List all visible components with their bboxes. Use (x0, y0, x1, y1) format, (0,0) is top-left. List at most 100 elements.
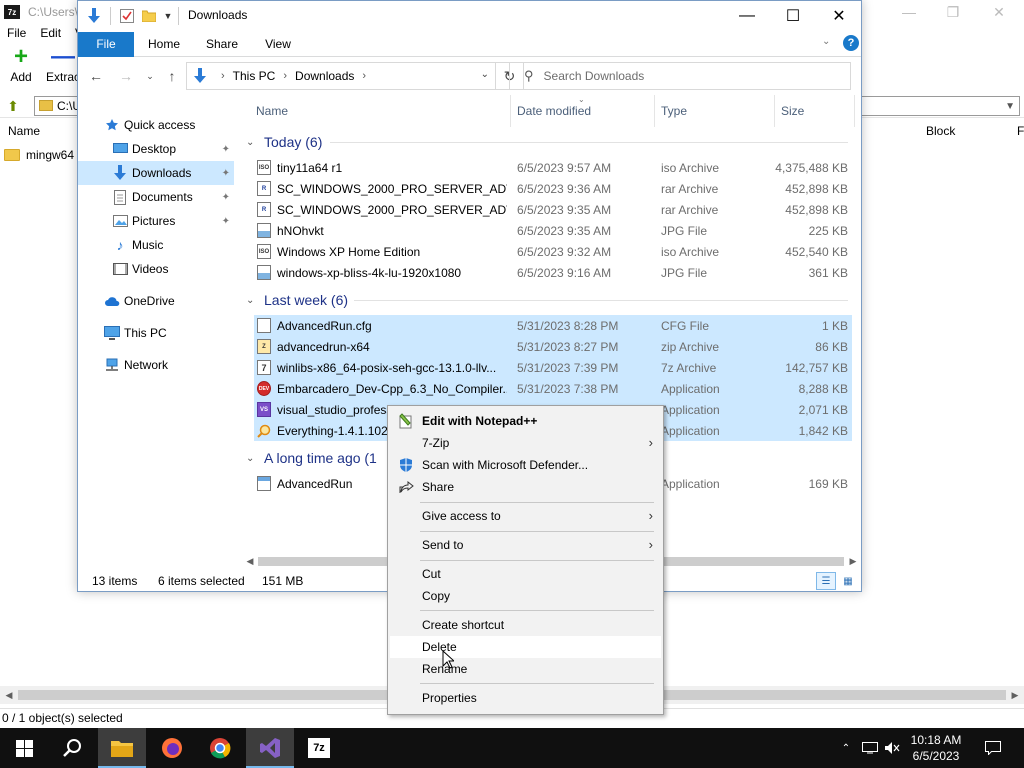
minimize-icon[interactable]: — (886, 0, 932, 24)
column-extra[interactable]: F (1017, 124, 1024, 138)
sidebar-item-quick-access[interactable]: Quick access (78, 113, 234, 137)
chevron-down-icon[interactable]: ⌄ (481, 69, 489, 80)
new-folder-icon[interactable] (140, 7, 158, 25)
firefox-icon[interactable] (148, 728, 196, 768)
table-row[interactable]: AdvancedRun.cfg 5/31/2023 8:28 PM CFG Fi… (254, 315, 852, 336)
download-arrow-icon[interactable] (84, 7, 104, 25)
menu-item-copy[interactable]: Copy (390, 585, 661, 607)
sidebar-item-desktop[interactable]: Desktop ✦ (78, 137, 234, 161)
sidebar-item-this-pc[interactable]: This PC (78, 321, 234, 345)
close-icon[interactable]: ✕ (976, 0, 1022, 24)
table-row[interactable]: DEV Embarcadero_Dev-Cpp_6.3_No_Compiler.… (254, 378, 852, 399)
up-arrow-icon[interactable]: ↑ (162, 66, 182, 86)
start-icon[interactable] (0, 728, 48, 768)
table-row[interactable]: Z advancedrun-x64 5/31/2023 8:27 PM zip … (254, 336, 852, 357)
divider[interactable] (654, 95, 655, 127)
chrome-icon[interactable] (196, 728, 244, 768)
sidebar-item-onedrive[interactable]: OneDrive (78, 289, 234, 313)
column-block[interactable]: Block (926, 124, 955, 138)
chevron-down-icon[interactable]: ⌄ (246, 453, 260, 464)
menu-item-rename[interactable]: Rename (390, 658, 661, 680)
table-row[interactable]: windows-xp-bliss-4k-lu-1920x1080 6/5/202… (254, 262, 852, 283)
scroll-left-icon[interactable]: ◀ (0, 686, 18, 704)
help-icon[interactable]: ? (843, 35, 859, 51)
column-size[interactable]: Size (781, 104, 804, 118)
menu-item-cut[interactable]: Cut (390, 563, 661, 585)
sidebar-item-network[interactable]: Network (78, 353, 234, 377)
table-row[interactable]: R SC_WINDOWS_2000_PRO_SERVER_ADVSE... 6/… (254, 178, 852, 199)
breadcrumb-separator-icon[interactable]: › (362, 70, 366, 82)
add-button[interactable]: + Add (0, 43, 42, 90)
sidebar-item-downloads[interactable]: Downloads ✦ (78, 161, 234, 185)
chevron-down-icon[interactable]: ⌄ (246, 137, 260, 148)
menu-item-create-shortcut[interactable]: Create shortcut (390, 614, 661, 636)
list-item[interactable]: mingw64 (4, 146, 74, 164)
breadcrumb-this-pc[interactable]: This PC (233, 69, 276, 83)
menu-file[interactable]: File (0, 24, 33, 42)
scroll-left-icon[interactable]: ◀ (242, 553, 258, 570)
pin-icon[interactable]: ✦ (222, 192, 230, 203)
back-arrow-icon[interactable]: ← (86, 66, 106, 86)
menu-item-scan-defender[interactable]: Scan with Microsoft Defender... (390, 454, 661, 476)
column-date-modified[interactable]: Date modified (517, 104, 591, 118)
sidebar-item-videos[interactable]: Videos (78, 257, 234, 281)
quick-access-dropdown-icon[interactable]: ▼ (162, 7, 174, 25)
details-view-icon[interactable]: ☰ (816, 572, 836, 590)
tab-share[interactable]: Share (194, 32, 250, 57)
sidebar-item-documents[interactable]: Documents ✦ (78, 185, 234, 209)
group-header-last-week[interactable]: ⌄ Last week (6) (246, 289, 850, 311)
pin-icon[interactable]: ✦ (222, 216, 230, 227)
search-box[interactable]: ⚲ Search Downloads (509, 62, 851, 90)
folder-up-icon[interactable]: ⬆ (4, 97, 22, 115)
menu-item-give-access[interactable]: Give access to › (390, 505, 661, 527)
chevron-down-icon[interactable]: ⌄ (246, 295, 260, 306)
chevron-down-icon[interactable]: ▼ (1005, 98, 1015, 116)
table-row[interactable]: 7 winlibs-x86_64-posix-seh-gcc-13.1.0-ll… (254, 357, 852, 378)
properties-check-icon[interactable] (118, 7, 136, 25)
menu-item-delete[interactable]: Delete (390, 636, 661, 658)
maximize-icon[interactable]: ❐ (930, 0, 976, 24)
divider[interactable] (774, 95, 775, 127)
menu-item-7zip[interactable]: 7-Zip › (390, 432, 661, 454)
scroll-right-icon[interactable]: ▶ (1006, 686, 1024, 704)
table-row[interactable]: ISO tiny11a64 r1 6/5/2023 9:57 AM iso Ar… (254, 157, 852, 178)
menu-item-properties[interactable]: Properties (390, 687, 661, 709)
column-type[interactable]: Type (661, 104, 687, 118)
table-row[interactable]: hNOhvkt 6/5/2023 9:35 AM JPG File 225 KB (254, 220, 852, 241)
menu-edit[interactable]: Edit (33, 24, 68, 42)
minimize-icon[interactable]: — (724, 1, 770, 31)
breadcrumb-separator-icon[interactable]: › (283, 70, 287, 82)
divider[interactable] (510, 95, 511, 127)
7zip-icon[interactable]: 7z (295, 728, 343, 768)
breadcrumb-downloads[interactable]: Downloads (295, 69, 354, 83)
visual-studio-icon[interactable] (246, 728, 294, 768)
notification-icon[interactable] (978, 728, 1008, 768)
tab-home[interactable]: Home (138, 32, 190, 57)
system-clock[interactable]: 10:18 AM 6/5/2023 (898, 732, 974, 764)
chevron-up-icon[interactable]: ⌃ (838, 728, 854, 768)
scroll-right-icon[interactable]: ▶ (845, 553, 861, 570)
menu-item-share[interactable]: Share (390, 476, 661, 498)
address-bar[interactable]: › This PC › Downloads › ⌄ (186, 62, 496, 90)
sidebar-item-music[interactable]: ♪ Music (78, 233, 234, 257)
large-icons-view-icon[interactable]: ▦ (838, 572, 858, 590)
network-icon[interactable] (860, 728, 880, 768)
close-icon[interactable]: ✕ (816, 1, 861, 31)
divider[interactable] (854, 95, 855, 127)
tab-file[interactable]: File (78, 32, 134, 57)
recent-locations-icon[interactable]: ⌄ (140, 66, 160, 86)
menu-item-send-to[interactable]: Send to › (390, 534, 661, 556)
table-row[interactable]: ISO Windows XP Home Edition 6/5/2023 9:3… (254, 241, 852, 262)
expand-ribbon-icon[interactable]: ⌄ (822, 36, 830, 47)
tab-view[interactable]: View (254, 32, 302, 57)
group-header-today[interactable]: ⌄ Today (6) (246, 131, 850, 153)
sidebar-item-pictures[interactable]: Pictures ✦ (78, 209, 234, 233)
search-icon[interactable] (48, 728, 96, 768)
column-name[interactable]: Name (256, 104, 288, 118)
file-explorer-icon[interactable] (98, 728, 146, 768)
table-row[interactable]: R SC_WINDOWS_2000_PRO_SERVER_ADVSE... 6/… (254, 199, 852, 220)
forward-arrow-icon[interactable]: → (116, 66, 136, 86)
column-name[interactable]: Name (8, 124, 40, 138)
menu-item-edit-with-notepad[interactable]: Edit with Notepad++ (390, 410, 661, 432)
maximize-icon[interactable]: ☐ (770, 1, 816, 31)
